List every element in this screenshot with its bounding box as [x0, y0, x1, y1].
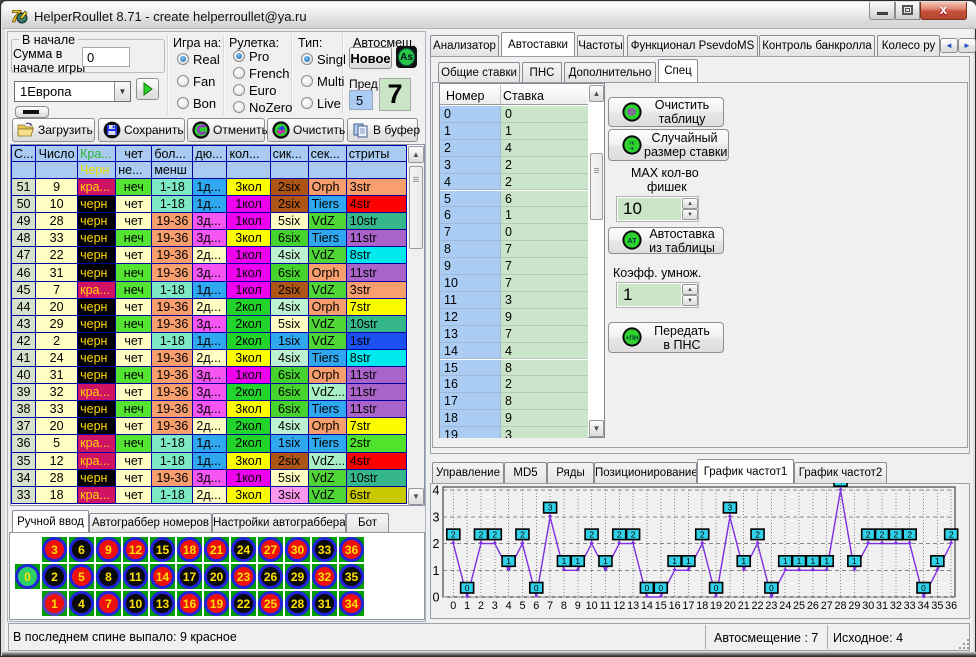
svg-text:0: 0	[534, 583, 539, 593]
svg-text:3: 3	[728, 503, 733, 513]
svg-text:1: 1	[797, 556, 802, 566]
svg-text:35: 35	[931, 600, 943, 612]
svg-text:1: 1	[783, 556, 788, 566]
svg-text:16: 16	[669, 600, 681, 612]
svg-text:2: 2	[631, 529, 636, 539]
svg-text:34: 34	[918, 600, 930, 612]
svg-text:7: 7	[547, 600, 553, 612]
svg-text:0: 0	[433, 591, 440, 605]
svg-text:15: 15	[655, 600, 667, 612]
svg-text:4: 4	[506, 600, 512, 612]
svg-text:3: 3	[548, 503, 553, 513]
svg-text:4: 4	[433, 484, 440, 498]
svg-text:0: 0	[658, 583, 663, 593]
svg-text:1: 1	[741, 556, 746, 566]
svg-text:2: 2	[949, 529, 954, 539]
svg-text:1: 1	[603, 556, 608, 566]
svg-text:29: 29	[848, 600, 860, 612]
svg-text:2: 2	[866, 529, 871, 539]
svg-text:6: 6	[533, 600, 539, 612]
svg-text:36: 36	[945, 600, 957, 612]
svg-text:1: 1	[672, 556, 677, 566]
svg-text:9: 9	[575, 600, 581, 612]
svg-text:19: 19	[710, 600, 722, 612]
svg-text:2: 2	[492, 529, 497, 539]
svg-text:0: 0	[921, 583, 926, 593]
svg-text:28: 28	[835, 600, 847, 612]
svg-text:18: 18	[696, 600, 708, 612]
svg-text:0: 0	[714, 583, 719, 593]
svg-text:4: 4	[838, 483, 843, 486]
svg-text:2: 2	[478, 600, 484, 612]
svg-text:2: 2	[880, 529, 885, 539]
svg-text:3: 3	[492, 600, 498, 612]
svg-text:24: 24	[779, 600, 791, 612]
svg-text:5: 5	[519, 600, 525, 612]
svg-text:1: 1	[506, 556, 511, 566]
svg-text:2: 2	[907, 529, 912, 539]
svg-text:23: 23	[765, 600, 777, 612]
svg-text:21: 21	[738, 600, 750, 612]
svg-text:2: 2	[451, 529, 456, 539]
svg-text:1: 1	[852, 556, 857, 566]
svg-text:12: 12	[613, 600, 625, 612]
svg-text:2: 2	[433, 537, 440, 551]
svg-text:11: 11	[600, 600, 611, 612]
svg-text:1: 1	[686, 556, 691, 566]
svg-text:2: 2	[755, 529, 760, 539]
svg-text:+ПН: +ПН	[625, 335, 638, 342]
svg-text:1: 1	[811, 556, 816, 566]
svg-text:2: 2	[479, 529, 484, 539]
svg-text:2: 2	[617, 529, 622, 539]
svg-text:1: 1	[824, 556, 829, 566]
svg-text:22: 22	[752, 600, 764, 612]
svg-text:0: 0	[450, 600, 456, 612]
svg-text:10: 10	[586, 600, 598, 612]
svg-text:20: 20	[724, 600, 736, 612]
svg-text:1: 1	[433, 564, 440, 578]
svg-text:0: 0	[465, 583, 470, 593]
svg-text:АТ: АТ	[628, 238, 638, 245]
svg-text:0: 0	[645, 583, 650, 593]
svg-text:13: 13	[627, 600, 639, 612]
svg-text:2: 2	[893, 529, 898, 539]
svg-text:1: 1	[464, 600, 470, 612]
svg-text:1: 1	[575, 556, 580, 566]
svg-text:1: 1	[935, 556, 940, 566]
svg-text:1: 1	[562, 556, 567, 566]
svg-text:ч: ч	[630, 146, 633, 152]
svg-text:33: 33	[904, 600, 916, 612]
svg-text:2: 2	[520, 529, 525, 539]
svg-text:2: 2	[589, 529, 594, 539]
svg-text:14: 14	[641, 600, 653, 612]
svg-text:25: 25	[793, 600, 805, 612]
svg-text:32: 32	[890, 600, 902, 612]
svg-text:30: 30	[862, 600, 874, 612]
svg-text:27: 27	[821, 600, 833, 612]
svg-text:3: 3	[433, 510, 440, 524]
svg-text:26: 26	[807, 600, 819, 612]
svg-text:0: 0	[769, 583, 774, 593]
svg-text:31: 31	[876, 600, 888, 612]
svg-text:8: 8	[561, 600, 567, 612]
svg-text:2: 2	[700, 529, 705, 539]
svg-text:17: 17	[682, 600, 694, 612]
